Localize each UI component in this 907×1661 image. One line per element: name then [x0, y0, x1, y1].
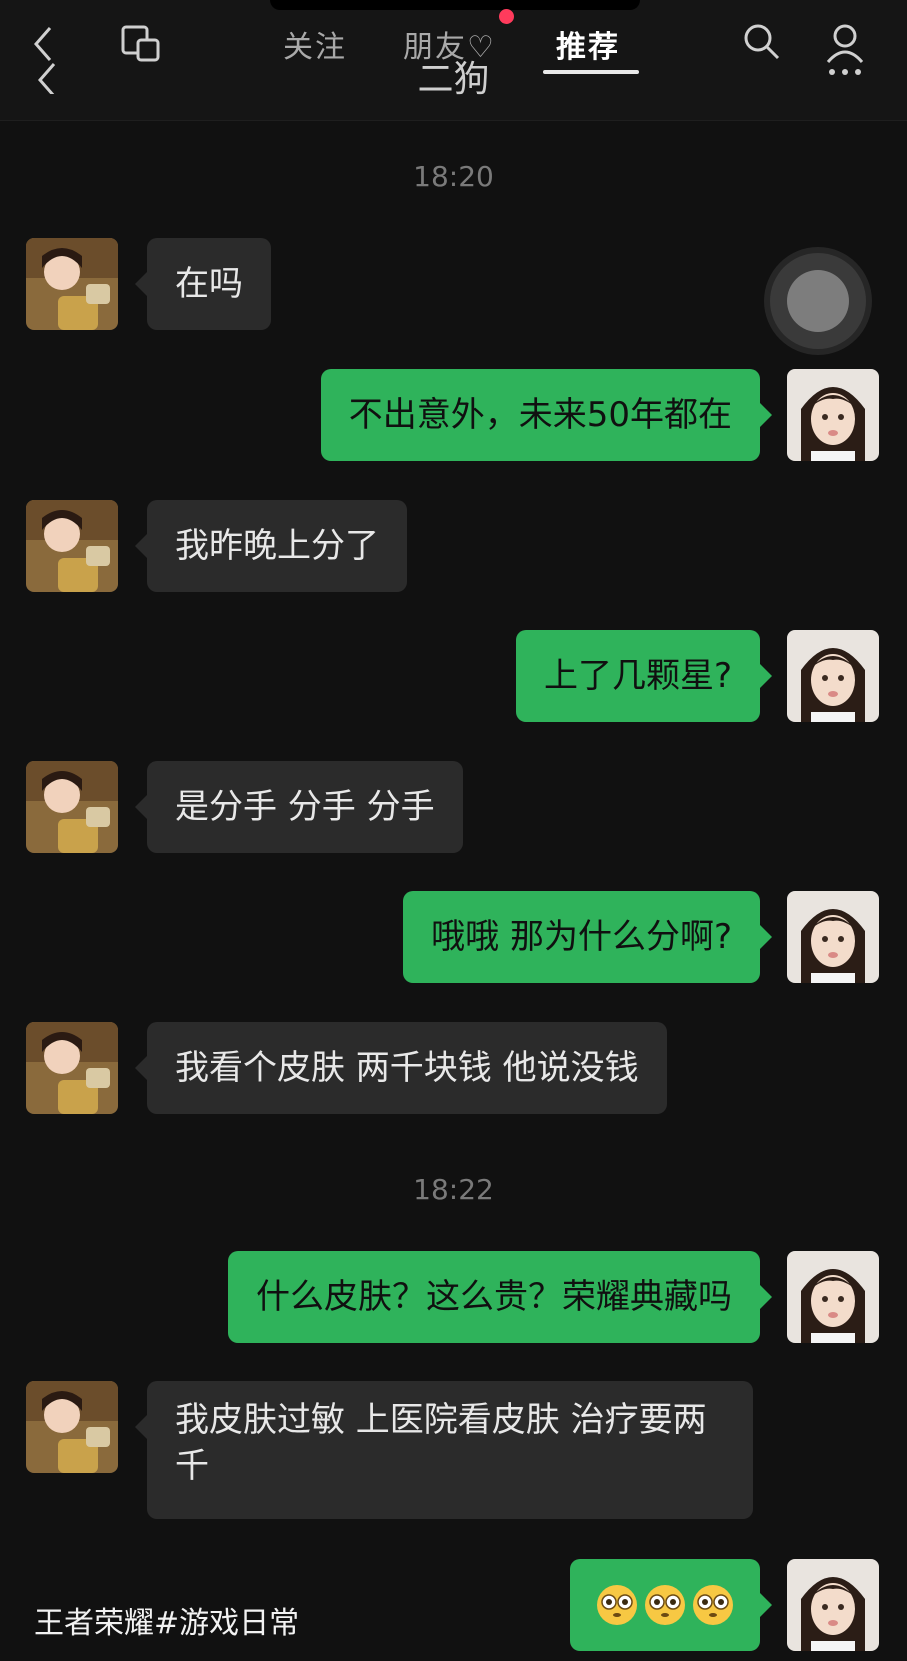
incoming-message-bubble[interactable]: 我昨晚上分了: [135, 500, 407, 592]
timestamp: 18:20: [413, 160, 494, 193]
contact-avatar[interactable]: [26, 500, 118, 592]
outgoing-message-bubble[interactable]: 什么皮肤？这么贵？荣耀典藏吗: [228, 1251, 772, 1343]
flushed-face-icon: [693, 1585, 733, 1625]
incoming-message-bubble[interactable]: 我看个皮肤 两千块钱 他说没钱: [135, 1022, 667, 1114]
contact-avatar[interactable]: [26, 1381, 118, 1473]
floating-assistive-button[interactable]: [770, 253, 866, 349]
contact-avatar[interactable]: [26, 761, 118, 853]
timestamp: 18:22: [413, 1173, 494, 1206]
flushed-face-icon: [597, 1585, 637, 1625]
outgoing-message-bubble[interactable]: 不出意外，未来50年都在: [320, 369, 773, 461]
profile-menu-icon[interactable]: [822, 20, 868, 80]
user-avatar[interactable]: [787, 891, 879, 983]
user-avatar[interactable]: [787, 630, 879, 722]
notification-dot: [499, 9, 514, 24]
emoji-group: [596, 1559, 734, 1651]
incoming-message-bubble[interactable]: 在吗: [135, 238, 271, 330]
flushed-face-icon: [645, 1585, 685, 1625]
outgoing-message-bubble[interactable]: 哦哦 那为什么分啊?: [403, 891, 772, 983]
user-avatar[interactable]: [787, 1559, 879, 1651]
search-icon[interactable]: [742, 22, 782, 62]
user-avatar[interactable]: [787, 369, 879, 461]
camera-notch: [270, 0, 640, 10]
video-caption-hashtag[interactable]: 王者荣耀#游戏日常: [34, 1598, 299, 1642]
incoming-message-bubble[interactable]: 是分手 分手 分手: [135, 761, 463, 853]
incoming-message-bubble[interactable]: 我皮肤过敏 上医院看皮肤 治疗要两千: [135, 1381, 753, 1519]
outgoing-emoji-bubble[interactable]: [570, 1559, 772, 1651]
top-navigation-bar: 关注 朋友♡ 推荐 二狗: [0, 0, 907, 121]
contact-avatar[interactable]: [26, 1022, 118, 1114]
contact-avatar[interactable]: [26, 238, 118, 330]
outgoing-message-bubble[interactable]: 上了几颗星?: [515, 630, 773, 722]
user-avatar[interactable]: [787, 1251, 879, 1343]
